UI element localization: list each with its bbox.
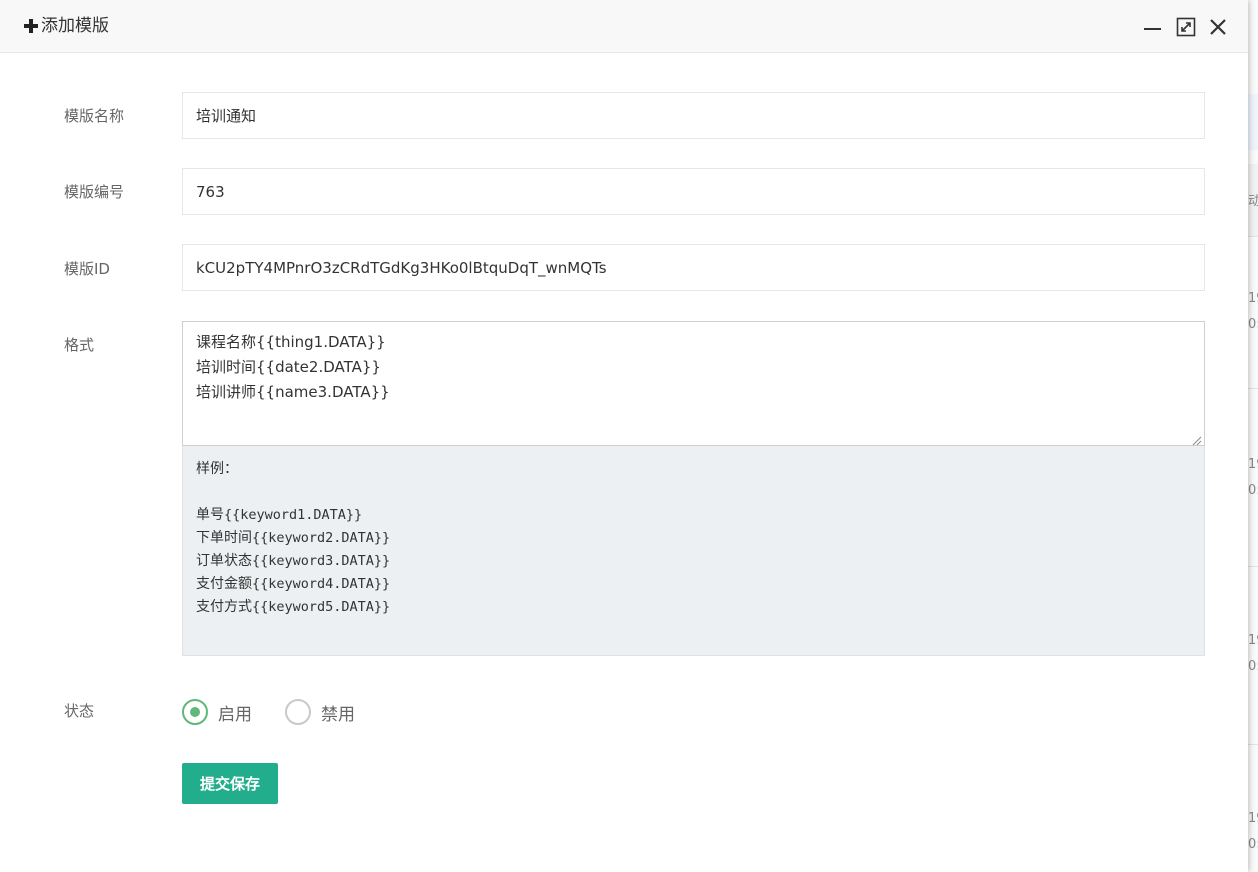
format-label: 格式: [64, 336, 95, 354]
radio-unchecked-icon[interactable]: [285, 699, 311, 725]
sample-line: 订单状态{{keyword3.DATA}}: [196, 550, 1191, 573]
status-label: 状态: [64, 702, 95, 720]
background-text: 动: [1248, 194, 1258, 209]
sample-field-name: 下单时间: [196, 530, 252, 546]
sample-line: 下单时间{{keyword2.DATA}}: [196, 527, 1191, 550]
sample-field-name: 单号: [196, 507, 224, 523]
background-highlight: [1248, 94, 1258, 150]
background-text: 19: [1248, 633, 1258, 648]
sample-field-name: 订单状态: [196, 553, 252, 569]
sample-field-code: {{keyword2.DATA}}: [252, 530, 391, 546]
sample-title: 样例：: [196, 461, 238, 477]
background-divider: [1248, 744, 1258, 745]
sample-field-code: {{keyword4.DATA}}: [252, 576, 391, 592]
maximize-icon[interactable]: [1175, 16, 1197, 38]
format-sample-box: 样例： 单号{{keyword1.DATA}} 下单时间{{keyword2.D…: [182, 446, 1205, 656]
add-template-dialog: 添加模版 模版名称 模版编号 模版ID 格式 课程名称{{thing1.DATA…: [0, 0, 1248, 872]
background-text: 0:: [1248, 483, 1258, 498]
sample-line: 单号{{keyword1.DATA}}: [196, 504, 1191, 527]
background-divider: [1248, 388, 1258, 389]
template-name-input[interactable]: [182, 92, 1205, 139]
resize-handle-icon[interactable]: [1190, 431, 1202, 446]
format-textarea[interactable]: 课程名称{{thing1.DATA}} 培训时间{{date2.DATA}} 培…: [182, 321, 1205, 446]
sample-field-name: 支付方式: [196, 599, 252, 615]
sample-field-code: {{keyword1.DATA}}: [224, 507, 363, 523]
dialog-title-bar[interactable]: 添加模版: [0, 0, 1248, 53]
radio-checked-icon[interactable]: [182, 699, 208, 725]
background-divider: [1248, 236, 1258, 237]
status-disabled-radio[interactable]: 禁用: [285, 699, 355, 725]
background-divider: [1248, 566, 1258, 567]
template-id-label: 模版ID: [64, 260, 110, 278]
template-code-label: 模版编号: [64, 183, 125, 201]
background-text: 19: [1248, 291, 1258, 306]
template-id-input[interactable]: [182, 244, 1205, 291]
sample-field-code: {{keyword5.DATA}}: [252, 599, 391, 615]
sample-line: 支付方式{{keyword5.DATA}}: [196, 596, 1191, 619]
background-text: 0:: [1248, 837, 1258, 852]
minimize-icon[interactable]: [1142, 16, 1164, 38]
plus-icon: [24, 19, 38, 33]
background-text: 19: [1248, 811, 1258, 826]
template-code-input[interactable]: [182, 168, 1205, 215]
background-text: 0:: [1248, 317, 1258, 332]
sample-field-code: {{keyword3.DATA}}: [252, 553, 391, 569]
sample-line: 支付金额{{keyword4.DATA}}: [196, 573, 1191, 596]
template-name-label: 模版名称: [64, 107, 125, 125]
dialog-title: 添加模版: [24, 15, 109, 37]
sample-field-name: 支付金额: [196, 576, 252, 592]
background-text: 19: [1248, 457, 1258, 472]
background-text: 0:: [1248, 659, 1258, 674]
status-enabled-radio[interactable]: 启用: [182, 699, 252, 725]
radio-label-disabled: 禁用: [321, 704, 355, 725]
submit-save-button[interactable]: 提交保存: [182, 763, 278, 804]
close-icon[interactable]: [1207, 16, 1229, 38]
background-page: 动 19 0: 19 0: 19 0: 19 0:: [1248, 0, 1258, 872]
dialog-title-text: 添加模版: [41, 16, 109, 36]
radio-label-enabled: 启用: [218, 704, 252, 725]
